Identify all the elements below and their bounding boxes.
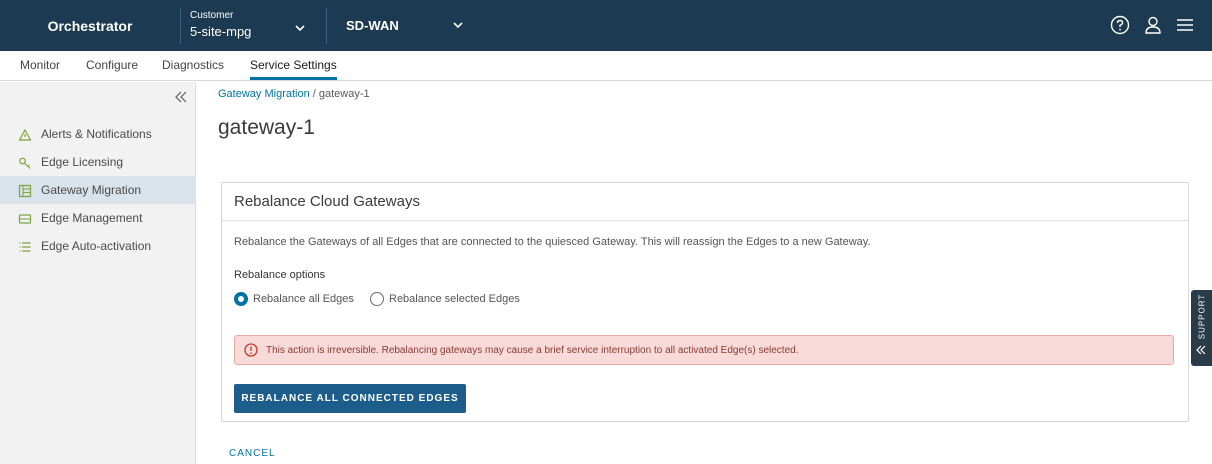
key-icon <box>18 156 32 170</box>
rebalance-options-group: Rebalance all Edges Rebalance selected E… <box>234 291 634 307</box>
sidebar-item-label: Alerts & Notifications <box>41 127 152 141</box>
navbar-divider <box>326 8 327 44</box>
rebalance-all-connected-edges-button[interactable]: REBALANCE ALL CONNECTED EDGES <box>234 384 466 413</box>
cancel-button[interactable]: CANCEL <box>229 448 276 459</box>
navbar-divider <box>180 8 181 44</box>
rebalance-card: Rebalance Cloud Gateways Rebalance the G… <box>221 182 1189 422</box>
breadcrumb-link[interactable]: Gateway Migration <box>218 88 310 100</box>
alert-triangle-icon <box>18 128 32 142</box>
help-icon[interactable] <box>1108 13 1132 37</box>
support-tab[interactable]: SUPPORT <box>1191 290 1212 366</box>
tab-configure[interactable]: Configure <box>86 51 138 80</box>
rebalance-all-radio[interactable] <box>234 292 248 306</box>
sidebar-item-edge-auto-activation[interactable]: Edge Auto-activation <box>0 232 196 260</box>
page-title: gateway-1 <box>218 116 315 139</box>
customer-selector[interactable]: Customer 5-site-mpg <box>190 10 316 42</box>
alert-text: This action is irreversible. Rebalancing… <box>266 345 799 356</box>
rebalance-selected-radio[interactable] <box>370 292 384 306</box>
warning-alert: This action is irreversible. Rebalancing… <box>234 335 1174 365</box>
top-navbar: Orchestrator Customer 5-site-mpg SD-WAN <box>0 0 1212 51</box>
chevron-down-icon <box>452 19 464 31</box>
chevron-down-icon <box>294 22 306 34</box>
edge-device-icon <box>18 212 32 226</box>
product-selector[interactable]: SD-WAN <box>346 14 472 38</box>
sidebar-item-label: Gateway Migration <box>41 183 142 197</box>
collapse-sidebar-icon[interactable] <box>172 88 190 106</box>
rebalance-options-label: Rebalance options <box>234 269 326 281</box>
rebalance-all-label[interactable]: Rebalance all Edges <box>253 293 354 305</box>
sidebar-item-edge-management[interactable]: Edge Management <box>0 204 196 232</box>
main-tabs: Monitor Configure Diagnostics Service Se… <box>0 51 1212 81</box>
tab-service-settings[interactable]: Service Settings <box>250 51 337 80</box>
sidebar-item-gateway-migration[interactable]: Gateway Migration <box>0 176 196 204</box>
error-circle-icon <box>244 343 258 357</box>
rebalance-selected-label[interactable]: Rebalance selected Edges <box>389 293 520 305</box>
customer-label: Customer <box>190 10 234 21</box>
card-header: Rebalance Cloud Gateways <box>222 183 1188 221</box>
double-chevron-left-icon <box>1195 344 1207 356</box>
product-label: SD-WAN <box>346 18 399 33</box>
sidebar-item-label: Edge Licensing <box>41 155 124 169</box>
card-title: Rebalance Cloud Gateways <box>234 193 420 210</box>
customer-value: 5-site-mpg <box>190 24 252 39</box>
sidebar-item-label: Edge Management <box>41 211 143 225</box>
tab-diagnostics[interactable]: Diagnostics <box>162 51 224 80</box>
breadcrumb-separator: / <box>309 88 319 100</box>
sidebar-item-edge-licensing[interactable]: Edge Licensing <box>0 148 196 176</box>
card-description: Rebalance the Gateways of all Edges that… <box>234 236 871 248</box>
breadcrumb-current: gateway-1 <box>318 88 370 100</box>
support-label: SUPPORT <box>1197 293 1207 340</box>
sidebar-item-alerts-notifications[interactable]: Alerts & Notifications <box>0 120 196 148</box>
sidebar-item-label: Edge Auto-activation <box>41 239 152 253</box>
sidebar: Alerts & Notifications Edge Licensing Ga… <box>0 82 196 464</box>
app-brand[interactable]: Orchestrator <box>0 0 180 51</box>
menu-icon[interactable] <box>1173 13 1197 37</box>
breadcrumb: Gateway Migration / gateway-1 <box>218 88 370 100</box>
list-icon <box>18 240 32 254</box>
tab-monitor[interactable]: Monitor <box>20 51 60 80</box>
user-icon[interactable] <box>1141 13 1165 37</box>
gateway-icon <box>18 184 32 198</box>
